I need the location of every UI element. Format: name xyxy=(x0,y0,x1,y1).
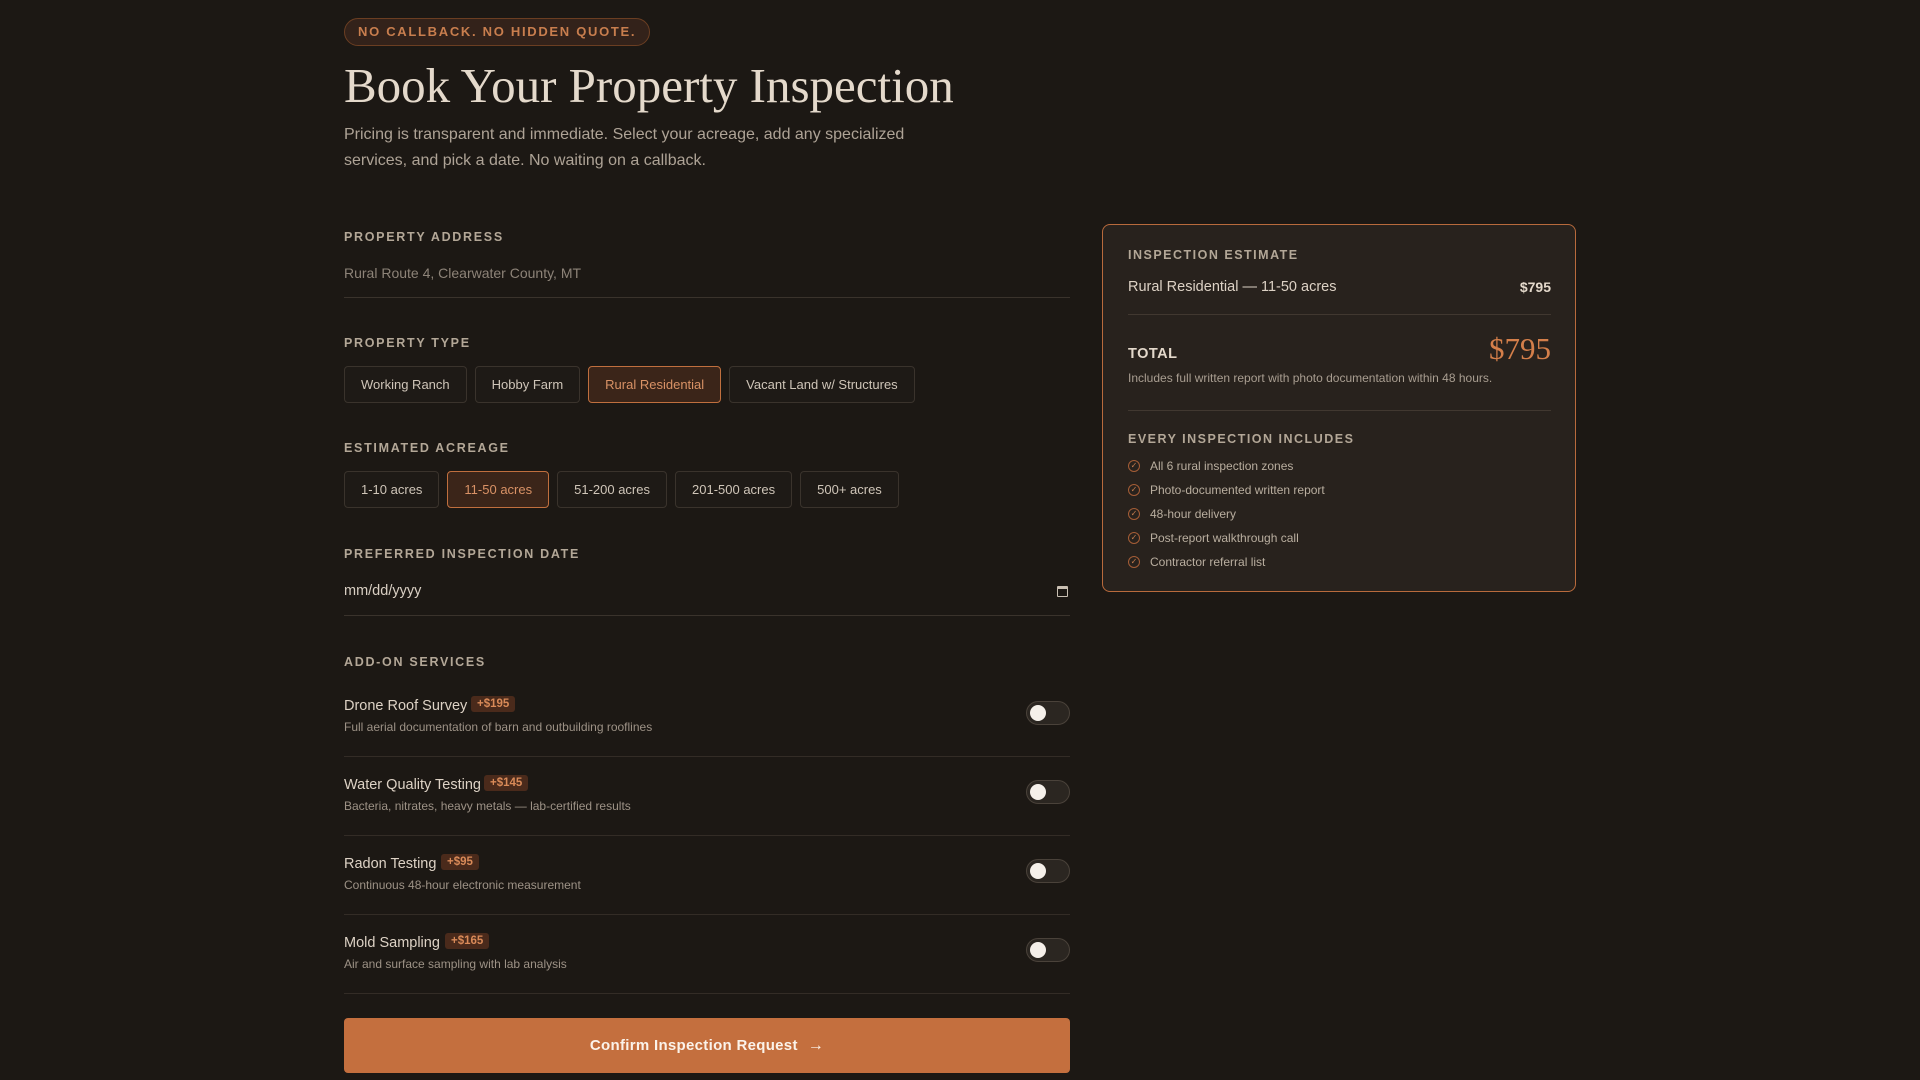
drone-roof-toggle[interactable] xyxy=(1026,701,1070,725)
total-amount: $795 xyxy=(1489,331,1551,366)
date-placeholder: mm/dd/yyyy xyxy=(344,583,422,599)
includes-label: EVERY INSPECTION INCLUDES xyxy=(1128,432,1355,446)
addon-list: Drone Roof Survey +$195 Full aerial docu… xyxy=(344,678,1070,994)
addon-description: Full aerial documentation of barn and ou… xyxy=(344,720,653,734)
acreage-500-plus[interactable]: 500+ acres xyxy=(800,471,899,508)
toggle-knob xyxy=(1030,705,1046,721)
property-type-vacant-land[interactable]: Vacant Land w/ Structures xyxy=(729,366,915,403)
calendar-icon[interactable] xyxy=(1057,586,1068,597)
property-type-hobby-farm[interactable]: Hobby Farm xyxy=(474,366,581,403)
includes-item-label: 48-hour delivery xyxy=(1150,507,1237,521)
confirm-button-label: Confirm Inspection Request xyxy=(589,1037,798,1054)
property-type-working-ranch[interactable]: Working Ranch xyxy=(344,366,467,403)
includes-item-label: Photo-documented written report xyxy=(1150,483,1325,497)
estimate-line-item: Rural Residential — 11-50 acres $795 xyxy=(1128,279,1551,295)
addon-price: +$195 xyxy=(471,696,516,712)
line-item-description: Rural Residential — 11-50 acres xyxy=(1128,279,1337,295)
address-input[interactable]: Rural Route 4, Clearwater County, MT xyxy=(344,252,1070,298)
addon-description: Continuous 48-hour electronic measuremen… xyxy=(344,878,581,892)
acreage-51-200[interactable]: 51-200 acres xyxy=(557,471,667,508)
toggle-knob xyxy=(1030,863,1046,879)
mold-toggle[interactable] xyxy=(1026,938,1070,962)
addon-name: Mold Sampling xyxy=(344,935,440,951)
divider xyxy=(1128,410,1551,411)
inspection-estimate-card: INSPECTION ESTIMATE Rural Residential — … xyxy=(1102,224,1576,592)
includes-item: ✓ 48-hour delivery xyxy=(1128,507,1325,531)
addon-price: +$165 xyxy=(445,933,490,949)
check-icon: ✓ xyxy=(1128,508,1140,520)
addon-description: Air and surface sampling with lab analys… xyxy=(344,957,567,971)
acreage-201-500[interactable]: 201-500 acres xyxy=(675,471,793,508)
addon-name: Water Quality Testing xyxy=(344,777,481,793)
check-icon: ✓ xyxy=(1128,556,1140,568)
includes-item: ✓ Post-report walkthrough call xyxy=(1128,531,1325,555)
promise-badge: NO CALLBACK. NO HIDDEN QUOTE. xyxy=(344,18,651,46)
acreage-label: ESTIMATED ACREAGE xyxy=(344,441,510,455)
addon-drone-roof-survey: Drone Roof Survey +$195 Full aerial docu… xyxy=(344,678,1070,757)
toggle-knob xyxy=(1030,942,1046,958)
estimate-label: INSPECTION ESTIMATE xyxy=(1128,248,1299,262)
addon-water-quality-testing: Water Quality Testing +$145 Bacteria, ni… xyxy=(344,757,1070,836)
total-note: Includes full written report with photo … xyxy=(1128,371,1493,385)
total-label: TOTAL xyxy=(1128,346,1178,362)
address-label: PROPERTY ADDRESS xyxy=(344,230,504,244)
check-icon: ✓ xyxy=(1128,532,1140,544)
addons-label: ADD-ON SERVICES xyxy=(344,655,486,669)
addon-price: +$95 xyxy=(441,854,479,870)
date-input[interactable]: mm/dd/yyyy xyxy=(344,570,1070,616)
check-icon: ✓ xyxy=(1128,460,1140,472)
acreage-11-50[interactable]: 11-50 acres xyxy=(447,471,550,508)
water-quality-toggle[interactable] xyxy=(1026,780,1070,804)
addon-price: +$145 xyxy=(484,775,529,791)
includes-item-label: All 6 rural inspection zones xyxy=(1150,459,1294,473)
booking-page: NO CALLBACK. NO HIDDEN QUOTE. Book Your … xyxy=(0,0,1920,1080)
addon-mold-sampling: Mold Sampling +$165 Air and surface samp… xyxy=(344,915,1070,994)
page-subtitle: Pricing is transparent and immediate. Se… xyxy=(344,126,905,169)
includes-item: ✓ Contractor referral list xyxy=(1128,555,1325,579)
line-item-amount: $795 xyxy=(1519,279,1551,295)
addon-description: Bacteria, nitrates, heavy metals — lab-c… xyxy=(344,799,631,813)
acreage-options: 1-10 acres 11-50 acres 51-200 acres 201-… xyxy=(344,471,899,508)
check-icon: ✓ xyxy=(1128,484,1140,496)
includes-item-label: Post-report walkthrough call xyxy=(1150,531,1299,545)
acreage-1-10[interactable]: 1-10 acres xyxy=(344,471,440,508)
addon-name: Radon Testing xyxy=(344,856,437,872)
radon-toggle[interactable] xyxy=(1026,859,1070,883)
addon-name: Drone Roof Survey xyxy=(344,698,468,714)
addon-radon-testing: Radon Testing +$95 Continuous 48-hour el… xyxy=(344,836,1070,915)
toggle-knob xyxy=(1030,784,1046,800)
divider xyxy=(1128,314,1551,315)
property-type-label: PROPERTY TYPE xyxy=(344,336,471,350)
date-label: PREFERRED INSPECTION DATE xyxy=(344,547,581,561)
includes-item: ✓ All 6 rural inspection zones xyxy=(1128,459,1325,483)
includes-item: ✓ Photo-documented written report xyxy=(1128,483,1325,507)
page-title: Book Your Property Inspection xyxy=(344,58,954,113)
property-type-options: Working Ranch Hobby Farm Rural Residenti… xyxy=(344,366,915,403)
includes-item-label: Contractor referral list xyxy=(1150,555,1266,569)
includes-list: ✓ All 6 rural inspection zones ✓ Photo-doc… xyxy=(1128,459,1325,579)
confirm-inspection-button[interactable]: Confirm Inspection Request → xyxy=(344,1018,1070,1073)
property-type-rural-residential[interactable]: Rural Residential xyxy=(588,366,722,403)
arrow-right-icon: → xyxy=(807,1036,825,1054)
